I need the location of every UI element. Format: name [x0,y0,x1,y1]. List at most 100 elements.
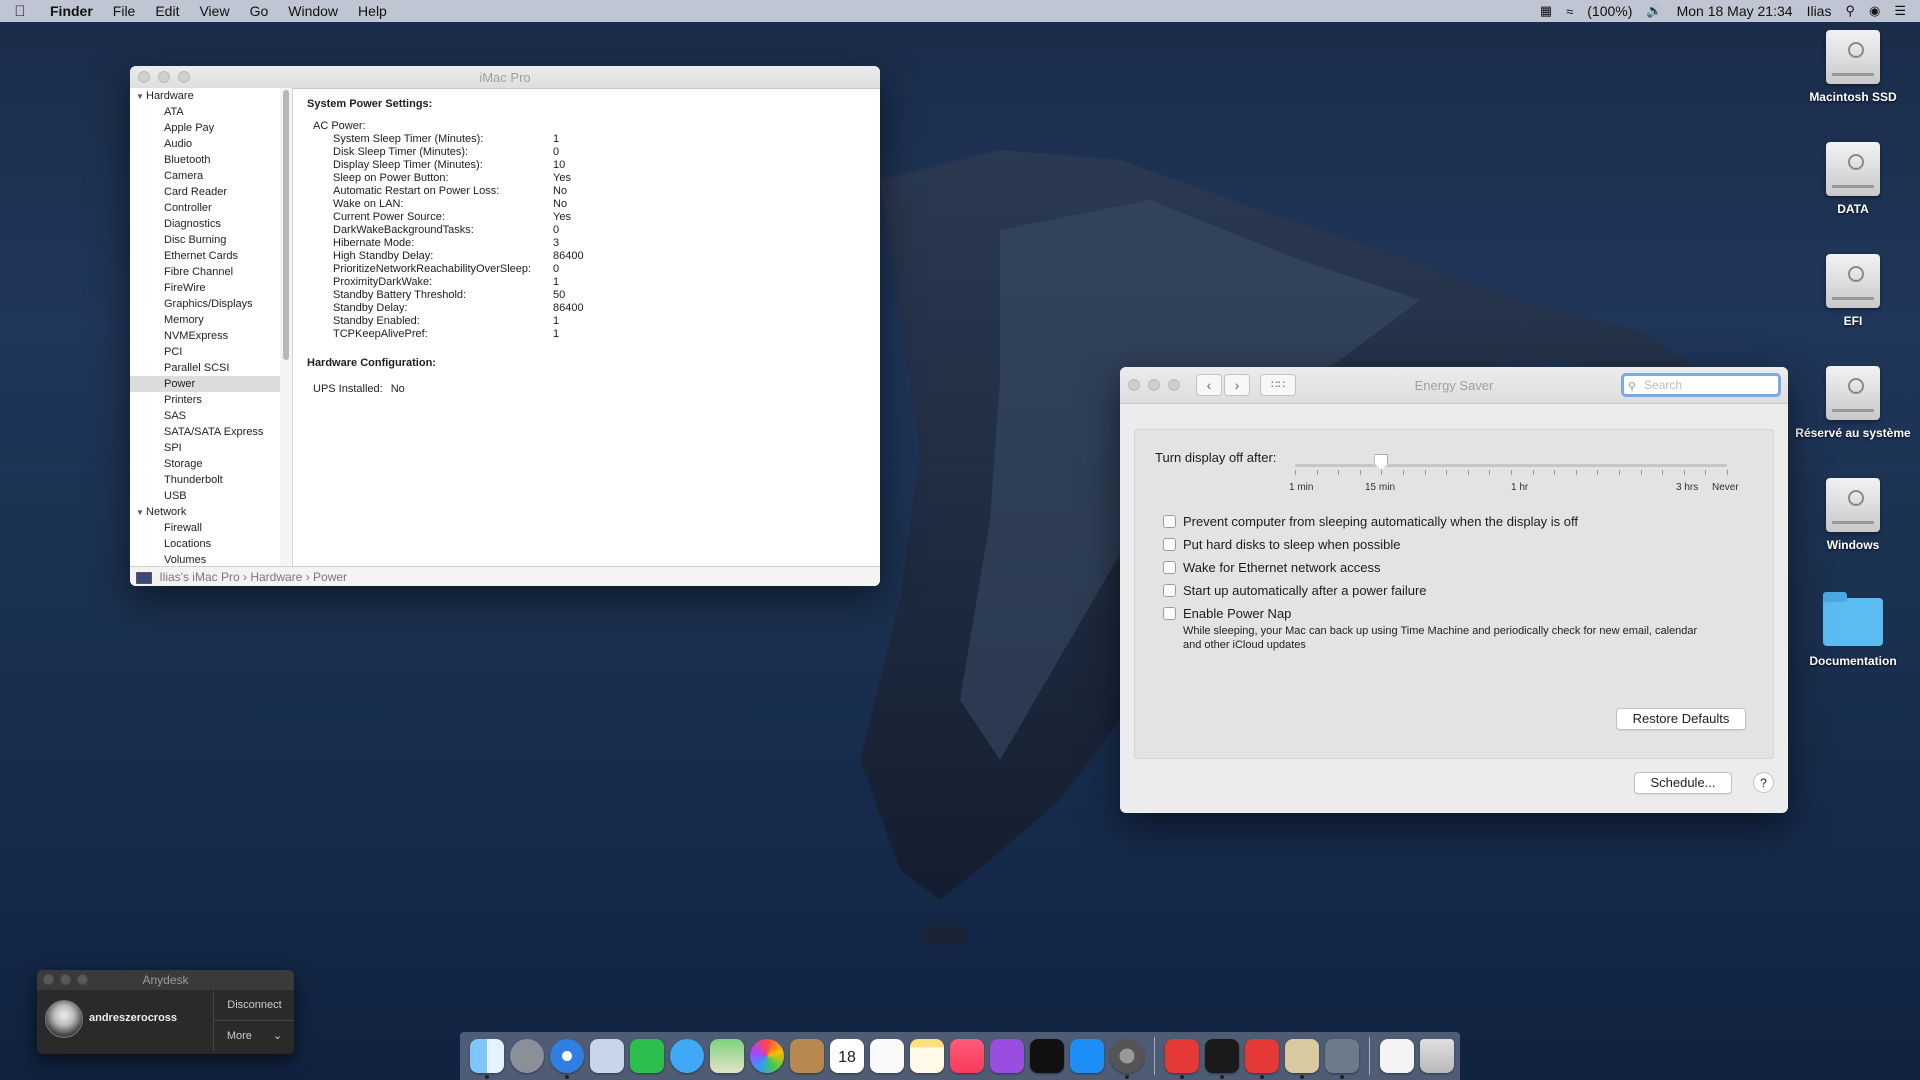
facetime-icon[interactable] [630,1039,664,1073]
sidebar-item-firewall[interactable]: Firewall [130,520,280,536]
sidebar-item-ata[interactable]: ATA [130,104,280,120]
preview2-icon[interactable] [1285,1039,1319,1079]
sidebar-item-pci[interactable]: PCI [130,344,280,360]
disclosure-triangle-icon[interactable]: ▼ [136,89,146,105]
menu-clock[interactable]: Mon 18 May 21:34 [1677,3,1793,19]
desktop-icon-data[interactable]: DATA [1793,142,1913,216]
finder-icon[interactable] [470,1039,504,1079]
sidebar-scrollbar[interactable] [280,88,293,566]
menu-edit[interactable]: Edit [145,0,189,22]
disconnect-button[interactable]: Disconnect [213,990,294,1021]
checkbox[interactable] [1163,515,1176,528]
podcasts-icon[interactable] [990,1039,1024,1073]
sidebar-item-spi[interactable]: SPI [130,440,280,456]
search-input[interactable]: ⚲ Search [1621,373,1781,397]
sidebar-item-sas[interactable]: SAS [130,408,280,424]
sidebar-item-volumes[interactable]: Volumes [130,552,280,566]
messages-icon[interactable] [670,1039,704,1073]
sidebar-item-bluetooth[interactable]: Bluetooth [130,152,280,168]
menu-help[interactable]: Help [348,0,397,22]
more-button[interactable]: More ⌄ [213,1021,294,1051]
option-wake-ethernet[interactable]: Wake for Ethernet network access [1163,560,1381,575]
menu-file[interactable]: File [103,0,146,22]
sidebar-item-firewire[interactable]: FireWire [130,280,280,296]
tv-icon[interactable] [1030,1039,1064,1073]
menu-user[interactable]: Ilias [1807,3,1832,19]
preview-icon[interactable] [590,1039,624,1073]
close-button[interactable] [43,974,54,985]
sidebar-item-diagnostics[interactable]: Diagnostics [130,216,280,232]
disclosure-triangle-icon[interactable]: ▼ [136,505,146,521]
maps-icon[interactable] [710,1039,744,1073]
menu-view[interactable]: View [189,0,239,22]
sidebar-item-disc-burning[interactable]: Disc Burning [130,232,280,248]
appstore-icon[interactable] [1070,1039,1104,1073]
notification-center-icon[interactable]: ☰ [1894,3,1906,19]
sidebar-item-apple-pay[interactable]: Apple Pay [130,120,280,136]
notes-icon[interactable] [910,1039,944,1073]
checkbox[interactable] [1163,561,1176,574]
option-disk-sleep[interactable]: Put hard disks to sleep when possible [1163,537,1401,552]
sidebar-item-audio[interactable]: Audio [130,136,280,152]
document-icon[interactable] [1380,1039,1414,1073]
option-prevent-sleep[interactable]: Prevent computer from sleeping automatic… [1163,514,1578,529]
anydesk2-icon[interactable] [1245,1039,1279,1079]
desktop-icon-documentation[interactable]: Documentation [1793,592,1913,668]
sidebar-item-controller[interactable]: Controller [130,200,280,216]
restore-defaults-button[interactable]: Restore Defaults [1616,708,1746,730]
sidebar-item-locations[interactable]: Locations [130,536,280,552]
window-titlebar[interactable]: iMac Pro [130,66,880,89]
sidebar-item-usb[interactable]: USB [130,488,280,504]
volume-icon[interactable]: 🔊 [1646,3,1662,19]
sidebar-item-fibre-channel[interactable]: Fibre Channel [130,264,280,280]
help-button[interactable]: ? [1753,772,1774,793]
sidebar-item-ethernet-cards[interactable]: Ethernet Cards [130,248,280,264]
sidebar-item-printers[interactable]: Printers [130,392,280,408]
checkbox[interactable] [1163,538,1176,551]
sidebar-item-parallel-scsi[interactable]: Parallel SCSI [130,360,280,376]
desktop-icon-macintosh-ssd[interactable]: Macintosh SSD [1793,30,1913,104]
menu-app-finder[interactable]: Finder [40,0,103,22]
window-titlebar[interactable]: ‹ › ∷∷ Energy Saver ⚲ Search [1120,367,1788,404]
minimize-button[interactable] [60,974,71,985]
scrollbar-thumb[interactable] [283,90,289,360]
photos-icon[interactable] [750,1039,784,1073]
path-hardware[interactable]: Hardware [250,570,302,584]
checkbox[interactable] [1163,607,1176,620]
desktop-icon-efi[interactable]: EFI [1793,254,1913,328]
checkbox[interactable] [1163,584,1176,597]
display-sleep-slider[interactable] [1295,464,1727,467]
reminders-icon[interactable] [870,1039,904,1073]
option-auto-startup[interactable]: Start up automatically after a power fai… [1163,583,1427,598]
anydesk-titlebar[interactable]: Anydesk [37,970,294,990]
sidebar-item-camera[interactable]: Camera [130,168,280,184]
system-preferences-icon[interactable] [1110,1039,1144,1079]
desktop-icon-reserve-systeme[interactable]: Réservé au système [1793,366,1913,440]
xcode-icon[interactable] [1325,1039,1359,1079]
terminal-icon[interactable] [1205,1039,1239,1079]
siri-icon[interactable]: ◉ [1869,3,1880,19]
sidebar-group-hardware[interactable]: ▼ Hardware [130,88,280,104]
sidebar-item-storage[interactable]: Storage [130,456,280,472]
schedule-button[interactable]: Schedule... [1634,772,1732,794]
safari-icon[interactable] [550,1039,584,1079]
sidebar-item-card-reader[interactable]: Card Reader [130,184,280,200]
option-power-nap[interactable]: Enable Power Nap [1163,606,1291,621]
music-icon[interactable] [950,1039,984,1073]
calendar-icon[interactable]: 18 [830,1039,864,1073]
path-power[interactable]: Power [313,570,347,584]
sidebar-group-network[interactable]: ▼ Network [130,504,280,520]
path-computer[interactable]: Ilias's iMac Pro [159,570,239,584]
sidebar-item-graphics-displays[interactable]: Graphics/Displays [130,296,280,312]
menu-window[interactable]: Window [278,0,348,22]
wifi-icon[interactable]: ≈ [1566,4,1573,19]
sidebar-item-memory[interactable]: Memory [130,312,280,328]
desktop-icon-windows[interactable]: Windows [1793,478,1913,552]
sidebar-item-thunderbolt[interactable]: Thunderbolt [130,472,280,488]
activity-monitor-icon[interactable]: ▦ [1540,3,1552,19]
contacts-icon[interactable] [790,1039,824,1073]
menu-go[interactable]: Go [240,0,279,22]
spotlight-search-icon[interactable]: ⚲ [1845,3,1855,19]
launchpad-icon[interactable] [510,1039,544,1073]
trash-icon[interactable] [1420,1039,1454,1073]
